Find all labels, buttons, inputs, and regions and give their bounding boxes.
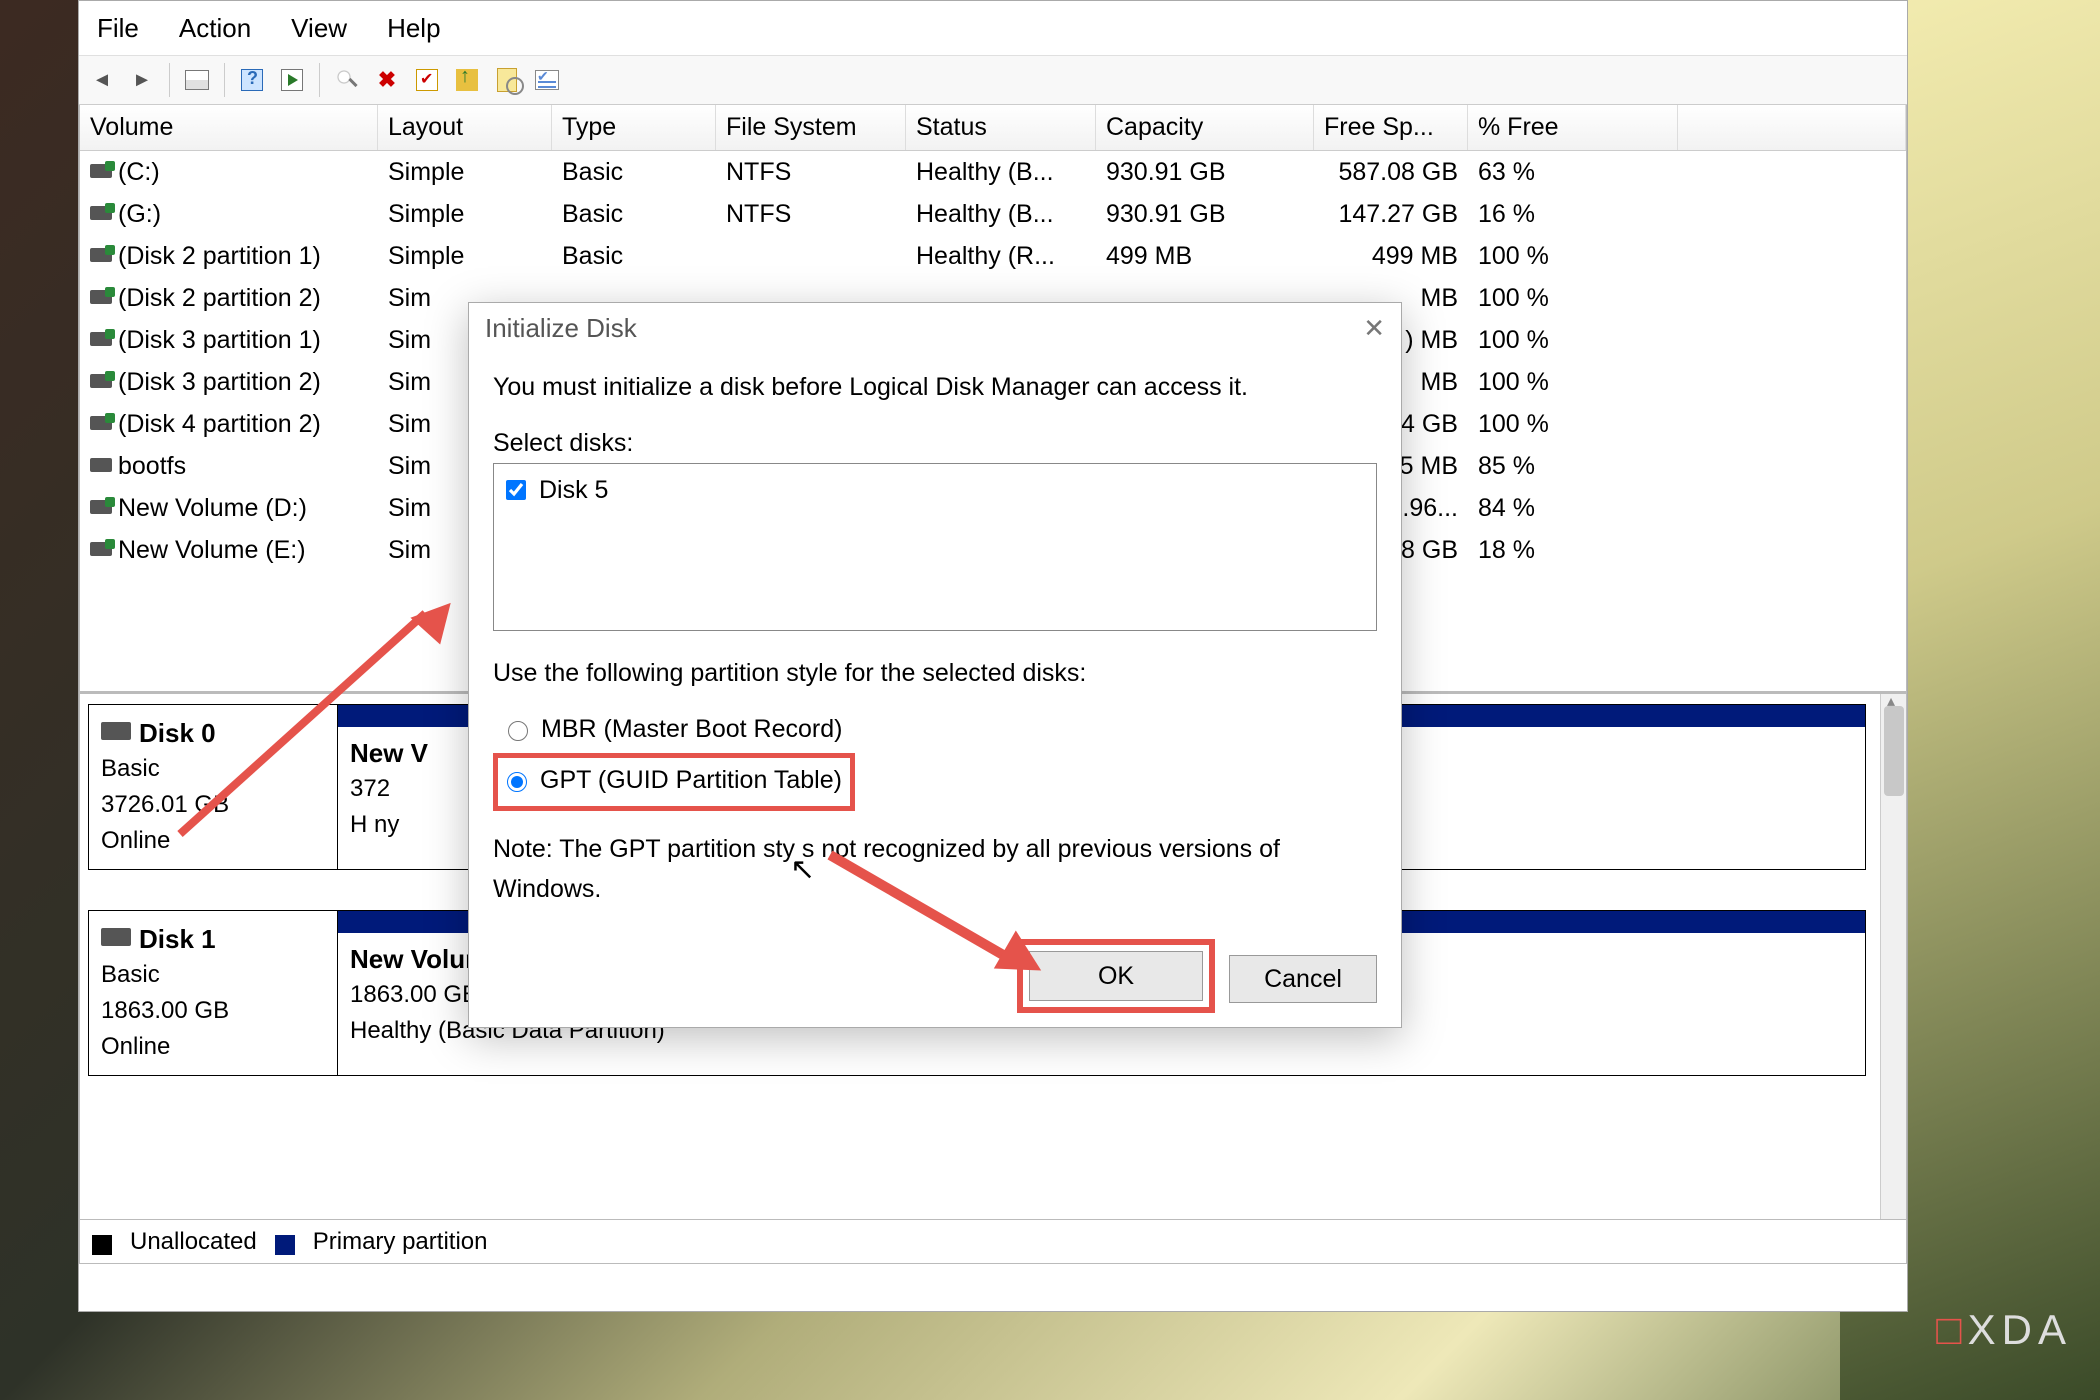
show-hide-tree-icon[interactable] [180,63,214,97]
gpt-label: GPT (GUID Partition Table) [540,760,842,800]
volume-icon [90,332,112,346]
close-icon[interactable]: ✕ [1363,313,1385,344]
volume-row[interactable]: (Disk 2 partition 1)SimpleBasicHealthy (… [80,235,1906,277]
gpt-radio[interactable] [507,772,527,792]
col-capacity[interactable]: Capacity [1096,105,1314,150]
disk1-info: Disk 1 Basic 1863.00 GB Online [88,910,338,1076]
wm-brand: XDA [1968,1306,2072,1353]
disk1-state: Online [101,1029,325,1065]
col-status[interactable]: Status [906,105,1096,150]
disk-icon [101,928,131,946]
properties-icon[interactable] [410,63,444,97]
scrollbar[interactable] [1880,694,1906,1219]
partition-style-label: Use the following partition style for th… [493,653,1377,693]
menu-file[interactable]: File [97,13,139,44]
disk5-checkbox-row[interactable]: Disk 5 [502,470,1368,510]
col-pctfree[interactable]: % Free [1468,105,1678,150]
col-freespace[interactable]: Free Sp... [1314,105,1468,150]
find-icon[interactable] [490,63,524,97]
col-volume[interactable]: Volume [80,105,378,150]
gpt-highlight-box: GPT (GUID Partition Table) [493,753,855,811]
legend-unallocated-swatch [92,1235,112,1255]
volume-row[interactable]: (C:)SimpleBasicNTFSHealthy (B...930.91 G… [80,151,1906,193]
disk-icon [101,722,131,740]
back-icon[interactable] [85,63,119,97]
delete-icon[interactable] [370,63,404,97]
volume-icon [90,416,112,430]
scroll-thumb[interactable] [1884,706,1904,796]
help-icon[interactable] [235,63,269,97]
menu-action[interactable]: Action [179,13,251,44]
disk0-name: Disk 0 [139,718,216,748]
volume-icon [90,374,112,388]
wm-prefix: □ [1936,1306,1967,1353]
volume-row[interactable]: (G:)SimpleBasicNTFSHealthy (B...930.91 G… [80,193,1906,235]
separator [169,63,170,97]
volume-icon [90,206,112,220]
col-type[interactable]: Type [552,105,716,150]
disk5-label: Disk 5 [539,470,608,510]
volume-header-row: Volume Layout Type File System Status Ca… [80,105,1906,151]
mouse-cursor-icon: ↖ [790,852,815,887]
menubar: File Action View Help [79,1,1907,55]
separator [319,63,320,97]
disk1-name: Disk 1 [139,924,216,954]
disk5-checkbox[interactable] [506,480,526,500]
volume-icon [90,290,112,304]
col-spacer [1678,105,1906,150]
select-disks-label: Select disks: [493,423,1377,463]
legend-primary-swatch [275,1235,295,1255]
volume-icon [90,458,112,472]
disk1-type: Basic [101,957,325,993]
legend-unallocated-label: Unallocated [130,1228,257,1256]
volume-icon [90,248,112,262]
volume-icon [90,500,112,514]
disk1-size: 1863.00 GB [101,993,325,1029]
gpt-radio-row[interactable]: GPT (GUID Partition Table) [502,760,842,800]
legend: Unallocated Primary partition [79,1220,1907,1264]
forward-icon[interactable] [125,63,159,97]
mbr-label: MBR (Master Boot Record) [541,709,842,749]
toolbar [79,55,1907,105]
menu-help[interactable]: Help [387,13,440,44]
legend-primary-label: Primary partition [313,1228,488,1256]
col-filesystem[interactable]: File System [716,105,906,150]
mbr-radio-row[interactable]: MBR (Master Boot Record) [503,709,1377,749]
dialog-message: You must initialize a disk before Logica… [493,367,1377,407]
volume-icon [90,542,112,556]
xda-watermark: □XDA [1936,1306,2072,1354]
col-layout[interactable]: Layout [378,105,552,150]
mbr-radio[interactable] [508,721,528,741]
disk0-type: Basic [101,751,325,787]
update-icon[interactable] [450,63,484,97]
disk0-state: Online [101,823,325,859]
menu-view[interactable]: View [291,13,347,44]
checklist-icon[interactable] [530,63,564,97]
refresh-icon[interactable] [275,63,309,97]
cancel-button[interactable]: Cancel [1229,955,1377,1003]
disk-select-list[interactable]: Disk 5 [493,463,1377,631]
volume-icon [90,164,112,178]
separator [224,63,225,97]
rescan-icon[interactable] [330,63,364,97]
dialog-title: Initialize Disk [485,313,637,344]
